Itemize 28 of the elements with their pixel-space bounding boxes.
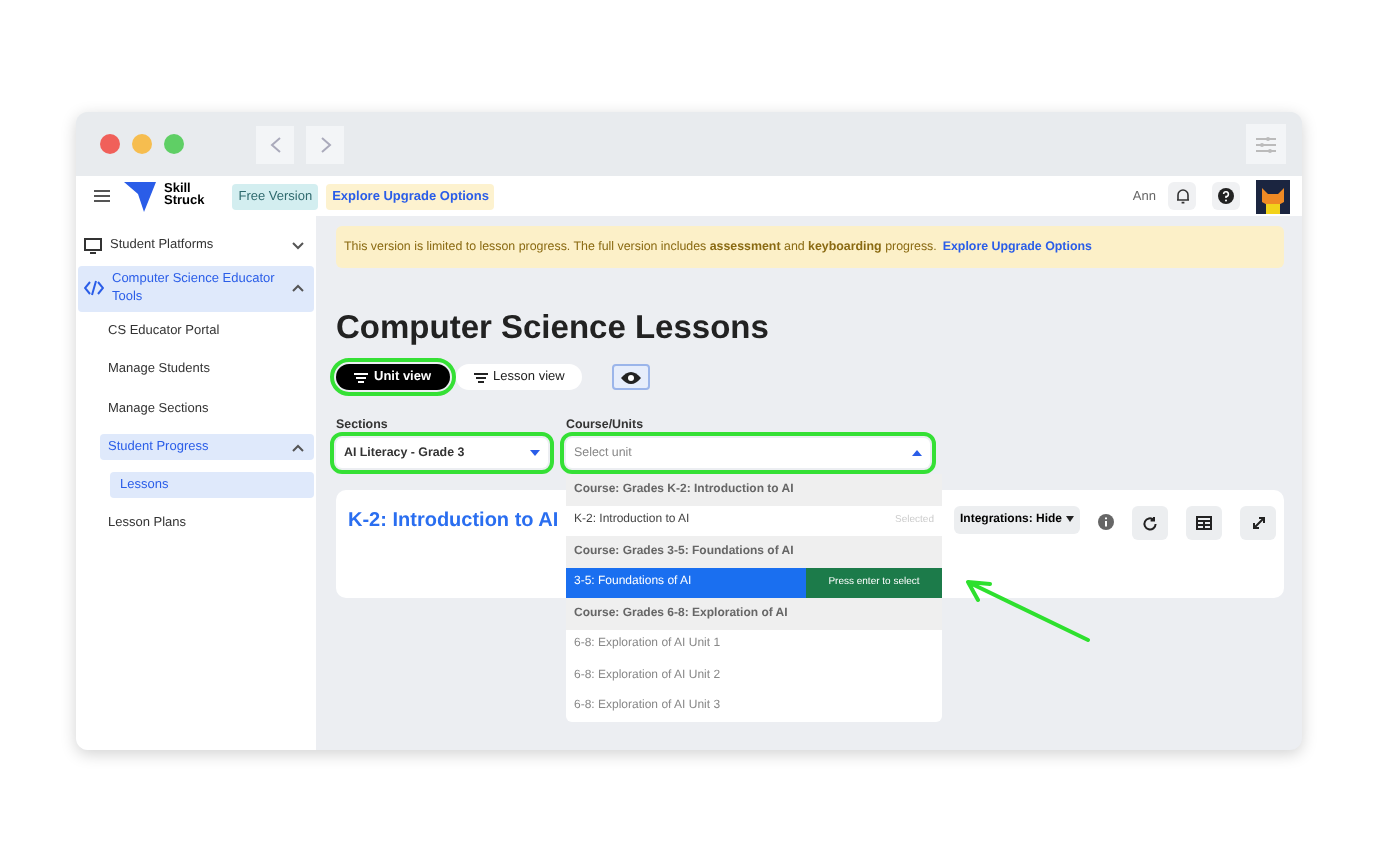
avatar-icon[interactable]: [1256, 179, 1290, 213]
menu-icon[interactable]: [94, 190, 110, 202]
help-icon[interactable]: [1218, 188, 1234, 204]
sliders-icon[interactable]: [1256, 135, 1276, 153]
bell-icon[interactable]: [1175, 188, 1189, 204]
help-button[interactable]: [1212, 182, 1240, 210]
list-icon[interactable]: [473, 371, 488, 383]
refresh-button[interactable]: [1132, 506, 1168, 540]
page-title: Computer Science Lessons: [336, 310, 771, 348]
table-button[interactable]: [1186, 506, 1222, 540]
annotation-arrow: [960, 576, 1092, 644]
logo-icon: [124, 181, 156, 211]
caret-icon[interactable]: [1066, 515, 1074, 522]
notification-button[interactable]: [1168, 182, 1196, 210]
table-icon[interactable]: [1196, 516, 1212, 530]
unit-title[interactable]: K-2: Introduction to AI: [348, 510, 559, 532]
close-icon[interactable]: [100, 134, 120, 154]
info-icon[interactable]: [1098, 514, 1114, 530]
chevron-icon[interactable]: [292, 241, 304, 250]
expand-button[interactable]: [1240, 506, 1276, 540]
refresh-icon[interactable]: [1142, 515, 1158, 531]
code-icon[interactable]: [84, 280, 104, 296]
monitor-icon[interactable]: [84, 237, 102, 254]
visibility-button[interactable]: [612, 364, 651, 390]
eye-icon[interactable]: [620, 369, 643, 385]
chevron-icon[interactable]: [292, 443, 304, 451]
chevron-icon[interactable]: [292, 284, 304, 292]
expand-icon[interactable]: [1251, 516, 1265, 530]
